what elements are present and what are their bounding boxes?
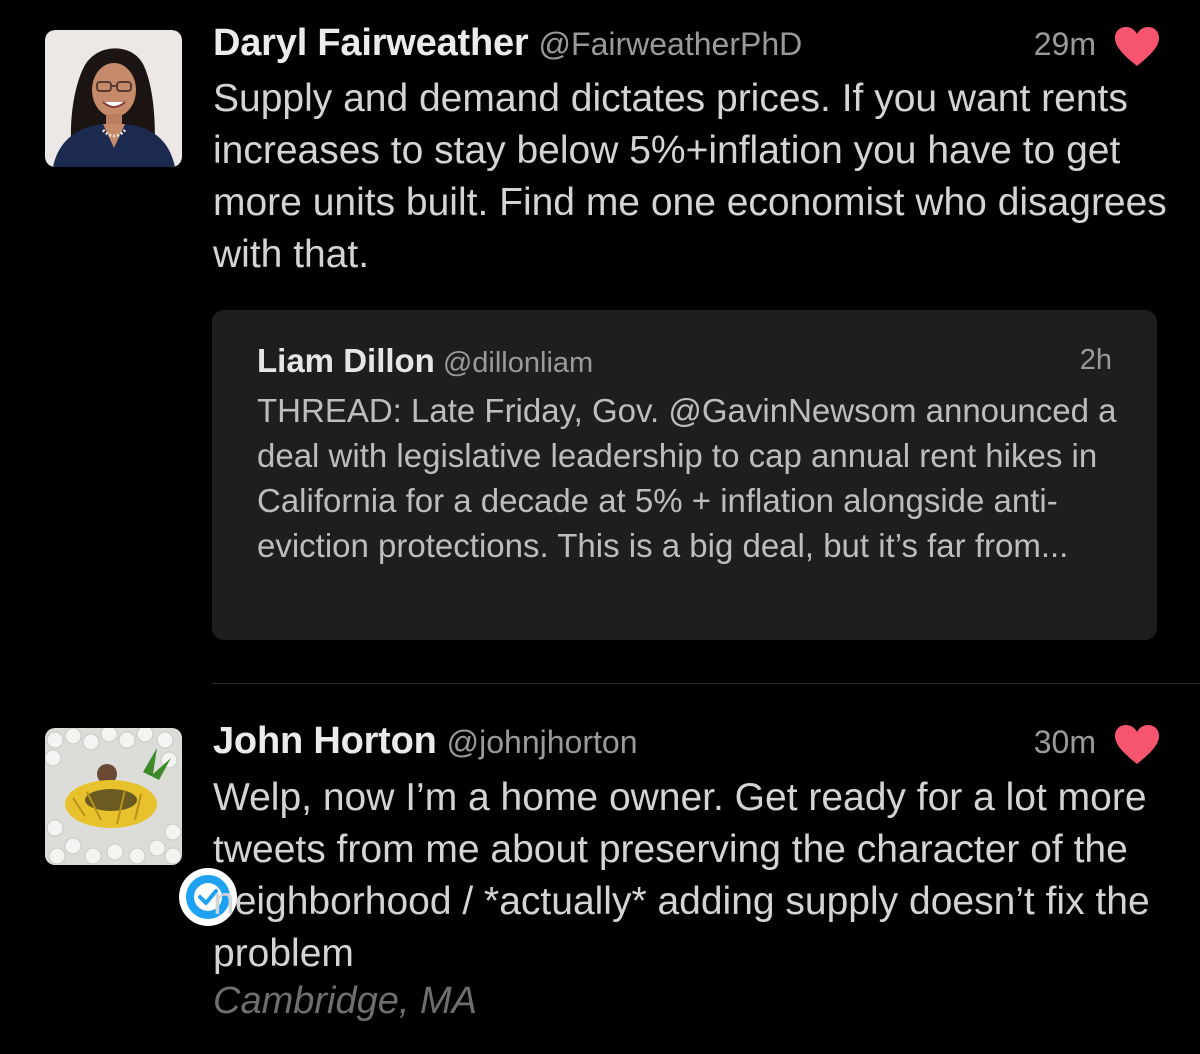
tweet[interactable]: John Horton @johnjhorton 30m Welp, now I’… bbox=[0, 684, 1200, 1054]
display-name[interactable]: Daryl Fairweather bbox=[213, 22, 529, 64]
user-handle[interactable]: @FairweatherPhD bbox=[539, 26, 803, 62]
timestamp: 30m bbox=[1033, 724, 1096, 760]
tweet[interactable]: Daryl Fairweather @FairweatherPhD 29m Sup… bbox=[0, 0, 1200, 683]
heart-icon[interactable] bbox=[1114, 26, 1160, 68]
quoted-user-handle: @dillonliam bbox=[442, 347, 594, 379]
tweet-header: John Horton @johnjhorton 30m bbox=[213, 720, 1160, 770]
heart-icon[interactable] bbox=[1114, 724, 1160, 766]
profile-photo-icon bbox=[45, 728, 182, 865]
profile-photo-icon bbox=[45, 30, 182, 167]
avatar[interactable] bbox=[45, 30, 182, 167]
quoted-tweet-header: Liam Dillon @dillonliam 2h bbox=[257, 342, 1112, 380]
tweet-text: Supply and demand dictates prices. If yo… bbox=[213, 77, 1167, 276]
timestamp: 29m bbox=[1033, 26, 1096, 62]
avatar[interactable] bbox=[45, 728, 237, 926]
tweet-header: Daryl Fairweather @FairweatherPhD 29m bbox=[213, 22, 1160, 72]
quoted-tweet[interactable]: Liam Dillon @dillonliam 2h THREAD: Late F… bbox=[212, 310, 1157, 640]
tweet-feed: Daryl Fairweather @FairweatherPhD 29m Sup… bbox=[0, 0, 1200, 1054]
user-handle[interactable]: @johnjhorton bbox=[447, 724, 638, 760]
quoted-tweet-text: THREAD: Late Friday, Gov. @GavinNewsom a… bbox=[257, 392, 1117, 564]
display-name[interactable]: John Horton bbox=[213, 720, 437, 762]
quoted-timestamp: 2h bbox=[1079, 344, 1112, 376]
tweet-location[interactable]: Cambridge, MA bbox=[213, 980, 477, 1023]
quoted-display-name: Liam Dillon bbox=[257, 342, 435, 379]
tweet-text: Welp, now I’m a home owner. Get ready fo… bbox=[213, 776, 1150, 975]
